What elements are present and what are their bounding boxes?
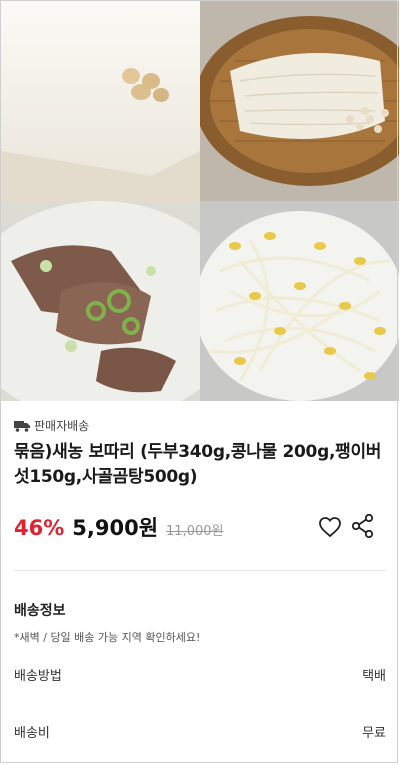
shipping-fee-value: 무료 xyxy=(362,726,386,741)
heart-icon[interactable] xyxy=(318,515,342,539)
share-icon[interactable] xyxy=(351,513,375,539)
divider xyxy=(14,570,386,571)
shipping-method-value: 택배 xyxy=(362,669,386,684)
delivery-type-badge: 판매자배송 xyxy=(14,417,89,434)
bone-soup-image xyxy=(1,201,200,401)
truck-icon xyxy=(14,420,30,432)
original-price: 11,000원 xyxy=(166,524,224,539)
product-image-gallery[interactable] xyxy=(1,1,399,401)
shipping-fee-label: 배송비 xyxy=(14,726,50,741)
tofu-image xyxy=(1,1,200,201)
shipping-notice[interactable]: *새벽 / 당일 배송 가능 지역 확인하세요! xyxy=(14,629,200,645)
enoki-mushroom-image xyxy=(200,1,399,201)
shipping-method-label: 배송방법 xyxy=(14,669,62,684)
sale-price: 5,900원 xyxy=(72,516,159,540)
discount-rate: 46% xyxy=(14,516,65,540)
shipping-method-row: 배송방법 택배 xyxy=(14,665,386,684)
shipping-fee-row: 배송비 무료 xyxy=(14,722,386,741)
delivery-type-label: 판매자배송 xyxy=(34,419,90,433)
product-title: 묶음)새농 보따리 (두부340g,콩나물 200g,팽이버섯150g,사골곰탕… xyxy=(14,442,382,487)
bean-sprouts-image xyxy=(200,201,399,401)
shipping-section-title: 배송정보 xyxy=(14,603,66,619)
price-row: 46% 5,900원 11,000원 xyxy=(14,512,223,542)
